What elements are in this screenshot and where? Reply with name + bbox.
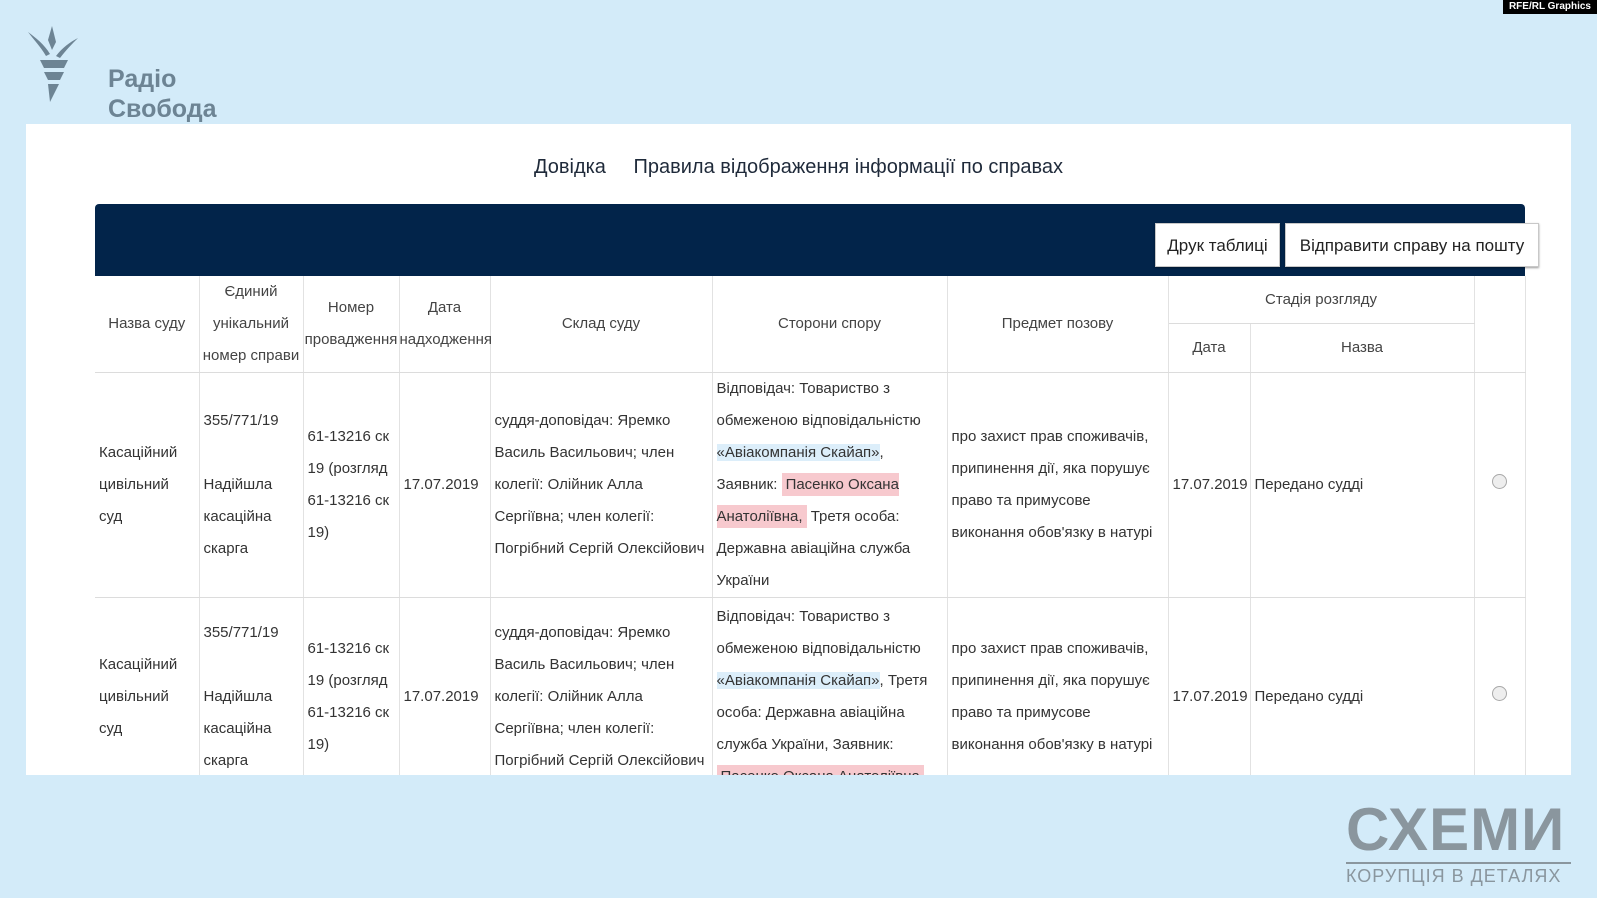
header-stage-date: Дата (1168, 323, 1251, 373)
graphics-credit: RFE/RL Graphics (1502, 0, 1597, 14)
brand-name: Радіо Свобода (108, 65, 217, 123)
cell-stage-date: 17.07.2019 (1168, 372, 1251, 598)
schemy-subtitle: КОРУПЦІЯ В ДЕТАЛЯХ (1346, 862, 1571, 887)
table-row: Касаційний цивільний суд 355/771/19 Надій… (95, 597, 1526, 775)
table-row: Касаційний цивільний суд 355/771/19 Надій… (95, 372, 1526, 598)
company-highlight: «Авіакомпанія Скайап» (716, 444, 880, 461)
company-highlight: «Авіакомпанія Скайап» (716, 672, 880, 689)
cell-court: Касаційний цивільний суд (95, 372, 200, 598)
cell-stage-name: Передано судді (1250, 372, 1475, 598)
header-stage: Стадія розгляду (1168, 276, 1475, 324)
torch-icon (28, 26, 78, 102)
cell-panel: суддя-доповідач: Яремко Василь Васильови… (490, 597, 713, 775)
cell-parties: Відповідач: Товариство з обмеженою відпо… (712, 597, 948, 775)
cell-stage-date: 17.07.2019 (1168, 597, 1251, 775)
cell-subject: про захист прав споживачів, припинення д… (947, 372, 1169, 598)
send-by-email-button[interactable]: Відправити справу на пошту (1285, 223, 1539, 267)
cell-case-number: 355/771/19 Надійшла касаційна скарга (199, 597, 304, 775)
header-received: Дата надходження (399, 276, 492, 373)
table-header-row: Назва суду Єдиний унікальний номер справ… (95, 276, 1526, 373)
cell-stage-name: Передано судді (1250, 597, 1475, 775)
cell-subject: про захист прав споживачів, припинення д… (947, 597, 1169, 775)
header-stage-name: Назва (1250, 323, 1475, 373)
header-parties: Сторони спору (712, 276, 948, 373)
cell-court: Касаційний цивільний суд (95, 597, 200, 775)
cell-received: 17.07.2019 (399, 372, 491, 598)
header-case-number: Єдиний унікальний номер справи (199, 276, 304, 373)
cell-proceeding: 61-13216 ск 19 (розгляд 61-13216 ск 19) (303, 372, 400, 598)
help-link[interactable]: Довідка (534, 156, 606, 178)
cell-select (1474, 597, 1526, 775)
content-panel: Довідка Правила відображення інформації … (26, 124, 1571, 775)
top-links: Довідка Правила відображення інформації … (26, 156, 1571, 179)
header-proceeding: Номер провадження (303, 276, 400, 373)
applicant-highlight: Пасенко Оксана Анатоліївна (716, 765, 924, 775)
cases-table: Назва суду Єдиний унікальний номер справ… (95, 276, 1526, 775)
print-table-button[interactable]: Друк таблиці (1155, 223, 1280, 267)
cell-parties: Відповідач: Товариство з обмеженою відпо… (712, 372, 948, 598)
header-court: Назва суду (95, 276, 200, 373)
cell-panel: суддя-доповідач: Яремко Василь Васильови… (490, 372, 713, 598)
header-select (1474, 276, 1526, 373)
cell-select (1474, 372, 1526, 598)
cell-received: 17.07.2019 (399, 597, 491, 775)
table-toolbar: Друк таблиці Відправити справу на пошту (95, 204, 1539, 276)
header-panel: Склад суду (490, 276, 713, 373)
radio-svoboda-logo: Радіо Свобода (26, 22, 217, 123)
cell-proceeding: 61-13216 ск 19 (розгляд 61-13216 ск 19) (303, 597, 400, 775)
header-subject: Предмет позову (947, 276, 1169, 373)
schemy-title: СХЕМИ (1346, 796, 1566, 863)
row-select-radio[interactable] (1492, 474, 1508, 489)
display-rules-link[interactable]: Правила відображення інформації по справ… (634, 156, 1064, 178)
schemy-logo: СХЕМИ КОРУПЦІЯ В ДЕТАЛЯХ (1346, 800, 1571, 887)
cell-case-number: 355/771/19 Надійшла касаційна скарга (199, 372, 304, 598)
row-select-radio[interactable] (1492, 686, 1508, 701)
